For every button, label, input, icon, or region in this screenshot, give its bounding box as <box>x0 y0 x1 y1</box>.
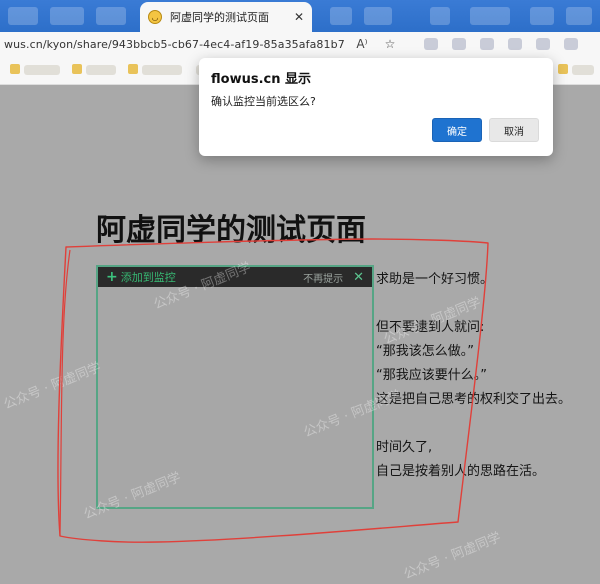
paragraph: 求助是一个好习惯。 <box>376 268 571 292</box>
bookmark-folder-icon[interactable] <box>72 64 82 74</box>
text-line: 求助是一个好习惯。 <box>376 272 494 287</box>
monitor-selection-box[interactable]: + 添加到监控 不再提示 ✕ <box>96 265 374 509</box>
add-favorite-icon[interactable]: ☆ <box>382 36 398 52</box>
paragraph: 时间久了, 自己是按着别人的思路在活。 <box>376 436 571 484</box>
tab-placeholder[interactable] <box>530 7 554 25</box>
extension-icon[interactable] <box>536 38 550 50</box>
text-line: 这是把自己思考的权利交了出去。 <box>376 392 572 407</box>
tab-strip: ◡ 阿虚同学的测试页面 ✕ <box>0 0 600 32</box>
extension-icon[interactable] <box>564 38 578 50</box>
tab-close-icon[interactable]: ✕ <box>294 10 304 24</box>
plus-icon[interactable]: + <box>106 269 118 285</box>
bookmark-folder-icon[interactable] <box>128 64 138 74</box>
tab-active[interactable]: ◡ 阿虚同学的测试页面 ✕ <box>140 2 312 32</box>
dialog-title: flowus.cn 显示 <box>211 72 311 87</box>
extension-icon[interactable] <box>480 38 494 50</box>
tab-placeholder[interactable] <box>50 7 84 25</box>
text-line: 自己是按着别人的思路在活。 <box>376 464 546 479</box>
read-aloud-icon[interactable]: A⁾ <box>354 36 370 52</box>
tab-placeholder[interactable] <box>330 7 352 25</box>
page-title: 阿虚同学的测试页面 <box>96 213 366 248</box>
close-icon[interactable]: ✕ <box>353 270 364 285</box>
dialog-message: 确认监控当前选区么? <box>211 95 316 108</box>
tab-placeholder[interactable] <box>566 7 592 25</box>
tab-placeholder[interactable] <box>8 7 38 25</box>
add-to-monitor-button[interactable]: 添加到监控 <box>121 269 176 285</box>
alert-dialog: flowus.cn 显示 确认监控当前选区么? 确定 取消 <box>199 58 553 156</box>
confirm-button[interactable]: 确定 <box>432 118 482 142</box>
tab-placeholder[interactable] <box>96 7 126 25</box>
extension-icon[interactable] <box>452 38 466 50</box>
text-line: “那我应该要什么。” <box>376 368 487 383</box>
url-text[interactable]: wus.cn/kyon/share/943bbcb5-cb67-4ec4-af1… <box>4 38 345 51</box>
page-viewport: 阿虚同学的测试页面 求助是一个好习惯。 但不要逮到人就问: “那我该怎么做。” … <box>0 85 600 584</box>
bookmark-item[interactable] <box>24 65 60 75</box>
text-line: 时间久了, <box>376 440 433 455</box>
tab-title: 阿虚同学的测试页面 <box>170 11 269 24</box>
watermark: 公众号 · 阿虚同学 <box>1 360 104 413</box>
favicon-icon: ◡ <box>148 10 162 24</box>
bookmark-item[interactable] <box>142 65 182 75</box>
bookmark-item[interactable] <box>86 65 116 75</box>
tab-placeholder[interactable] <box>470 7 510 25</box>
bookmark-folder-icon[interactable] <box>10 64 20 74</box>
bookmark-item[interactable] <box>572 65 594 75</box>
extension-icon[interactable] <box>508 38 522 50</box>
text-line: “那我该怎么做。” <box>376 344 474 359</box>
no-remind-link[interactable]: 不再提示 <box>303 270 343 285</box>
tab-placeholder[interactable] <box>430 7 450 25</box>
cancel-button[interactable]: 取消 <box>489 118 539 142</box>
tab-placeholder[interactable] <box>364 7 392 25</box>
watermark: 公众号 · 阿虚同学 <box>401 530 504 583</box>
address-bar[interactable]: wus.cn/kyon/share/943bbcb5-cb67-4ec4-af1… <box>0 32 600 56</box>
extension-icon[interactable] <box>424 38 438 50</box>
bookmark-folder-icon[interactable] <box>558 64 568 74</box>
